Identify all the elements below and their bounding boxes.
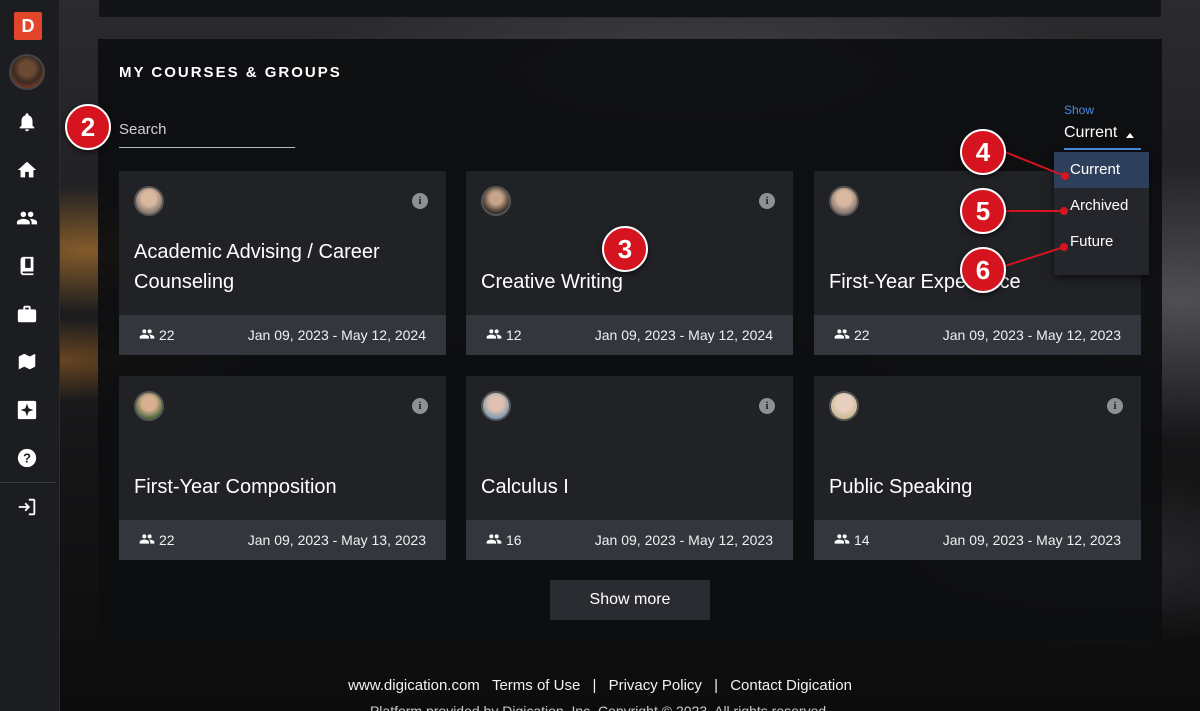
- course-card[interactable]: i Public Speaking 14 Jan 09, 2023 - May …: [814, 376, 1141, 560]
- course-dates: Jan 09, 2023 - May 12, 2023: [942, 327, 1121, 343]
- option-future[interactable]: Future: [1054, 224, 1149, 260]
- member-count: 14: [854, 532, 870, 548]
- step-marker: 6: [960, 247, 1006, 293]
- card-footer: 14 Jan 09, 2023 - May 12, 2023: [814, 520, 1141, 560]
- instructor-avatar: [481, 391, 511, 421]
- show-more-button[interactable]: Show more: [550, 580, 710, 620]
- instructor-avatar: [481, 186, 511, 216]
- step-marker: 2: [65, 104, 111, 150]
- course-card[interactable]: i Academic Advising / Career Counseling …: [119, 171, 446, 355]
- member-count: 22: [159, 532, 175, 548]
- search-input[interactable]: [119, 121, 295, 138]
- footer-site-link[interactable]: www.digication.com: [348, 677, 480, 694]
- people-icon: [486, 534, 502, 544]
- people-icon: [834, 534, 850, 544]
- courses-panel: MY COURSES & GROUPS Show Current i Acade…: [98, 39, 1162, 640]
- course-title[interactable]: Academic Advising / Career Counseling: [134, 237, 424, 297]
- course-card[interactable]: i First-Year Composition 22 Jan 09, 2023…: [119, 376, 446, 560]
- info-icon[interactable]: i: [412, 398, 428, 414]
- sidebar: D ?: [0, 0, 60, 711]
- info-icon[interactable]: i: [759, 398, 775, 414]
- instructor-avatar: [829, 186, 859, 216]
- help-icon[interactable]: ?: [16, 447, 38, 469]
- people-icon[interactable]: [16, 207, 38, 229]
- sparkle-icon[interactable]: [16, 399, 38, 421]
- step-marker: 3: [602, 226, 648, 272]
- caret-up-icon: [1126, 133, 1134, 138]
- user-avatar[interactable]: [9, 54, 45, 90]
- footer-links: www.digication.com Terms of Use | Privac…: [0, 677, 1200, 694]
- show-dropdown-menu: Current Archived Future: [1054, 152, 1149, 275]
- section-title: MY COURSES & GROUPS: [119, 64, 342, 81]
- logout-icon[interactable]: [16, 496, 38, 518]
- info-icon[interactable]: i: [1107, 398, 1123, 414]
- library-icon[interactable]: [16, 351, 38, 373]
- footer-copyright: Platform provided by Digication, Inc. Co…: [369, 703, 831, 711]
- show-label: Show: [1064, 103, 1095, 117]
- instructor-avatar: [829, 391, 859, 421]
- footer-separator: |: [592, 677, 597, 694]
- member-count: 22: [854, 327, 870, 343]
- people-icon: [834, 329, 850, 339]
- card-footer: 22 Jan 09, 2023 - May 12, 2023: [814, 315, 1141, 355]
- course-dates: Jan 09, 2023 - May 13, 2023: [247, 532, 426, 548]
- search-field[interactable]: [119, 121, 295, 148]
- bell-icon[interactable]: [16, 111, 38, 133]
- footer-privacy-link[interactable]: Privacy Policy: [609, 677, 702, 694]
- info-icon[interactable]: i: [412, 193, 428, 209]
- briefcase-icon[interactable]: [16, 303, 38, 325]
- course-dates: Jan 09, 2023 - May 12, 2023: [942, 532, 1121, 548]
- instructor-avatar: [134, 186, 164, 216]
- card-footer: 22 Jan 09, 2023 - May 12, 2024: [119, 315, 446, 355]
- card-footer: 12 Jan 09, 2023 - May 12, 2024: [466, 315, 793, 355]
- card-footer: 22 Jan 09, 2023 - May 13, 2023: [119, 520, 446, 560]
- previous-panel: [98, 0, 1162, 18]
- info-icon[interactable]: i: [759, 193, 775, 209]
- footer-terms-link[interactable]: Terms of Use: [492, 677, 580, 694]
- member-count: 12: [506, 327, 522, 343]
- book-icon[interactable]: [16, 255, 38, 277]
- course-title[interactable]: First-Year Composition: [134, 472, 424, 502]
- card-footer: 16 Jan 09, 2023 - May 12, 2023: [466, 520, 793, 560]
- option-current[interactable]: Current: [1054, 152, 1149, 188]
- footer-contact-link[interactable]: Contact Digication: [730, 677, 852, 694]
- course-card[interactable]: i Calculus I 16 Jan 09, 2023 - May 12, 2…: [466, 376, 793, 560]
- show-select[interactable]: Current: [1064, 124, 1141, 150]
- digication-logo[interactable]: D: [14, 12, 42, 40]
- people-icon: [139, 329, 155, 339]
- course-title[interactable]: Public Speaking: [829, 472, 1119, 502]
- people-icon: [486, 329, 502, 339]
- step-marker: 5: [960, 188, 1006, 234]
- member-count: 22: [159, 327, 175, 343]
- course-title[interactable]: Calculus I: [481, 472, 771, 502]
- course-dates: Jan 09, 2023 - May 12, 2024: [247, 327, 426, 343]
- step-marker: 4: [960, 129, 1006, 175]
- option-archived[interactable]: Archived: [1054, 188, 1149, 224]
- people-icon: [139, 534, 155, 544]
- course-dates: Jan 09, 2023 - May 12, 2023: [594, 532, 773, 548]
- home-icon[interactable]: [16, 159, 38, 181]
- footer-separator: |: [714, 677, 719, 694]
- instructor-avatar: [134, 391, 164, 421]
- show-selected-value: Current: [1064, 124, 1118, 141]
- svg-text:?: ?: [23, 451, 31, 466]
- member-count: 16: [506, 532, 522, 548]
- sidebar-divider: [0, 482, 56, 483]
- course-dates: Jan 09, 2023 - May 12, 2024: [594, 327, 773, 343]
